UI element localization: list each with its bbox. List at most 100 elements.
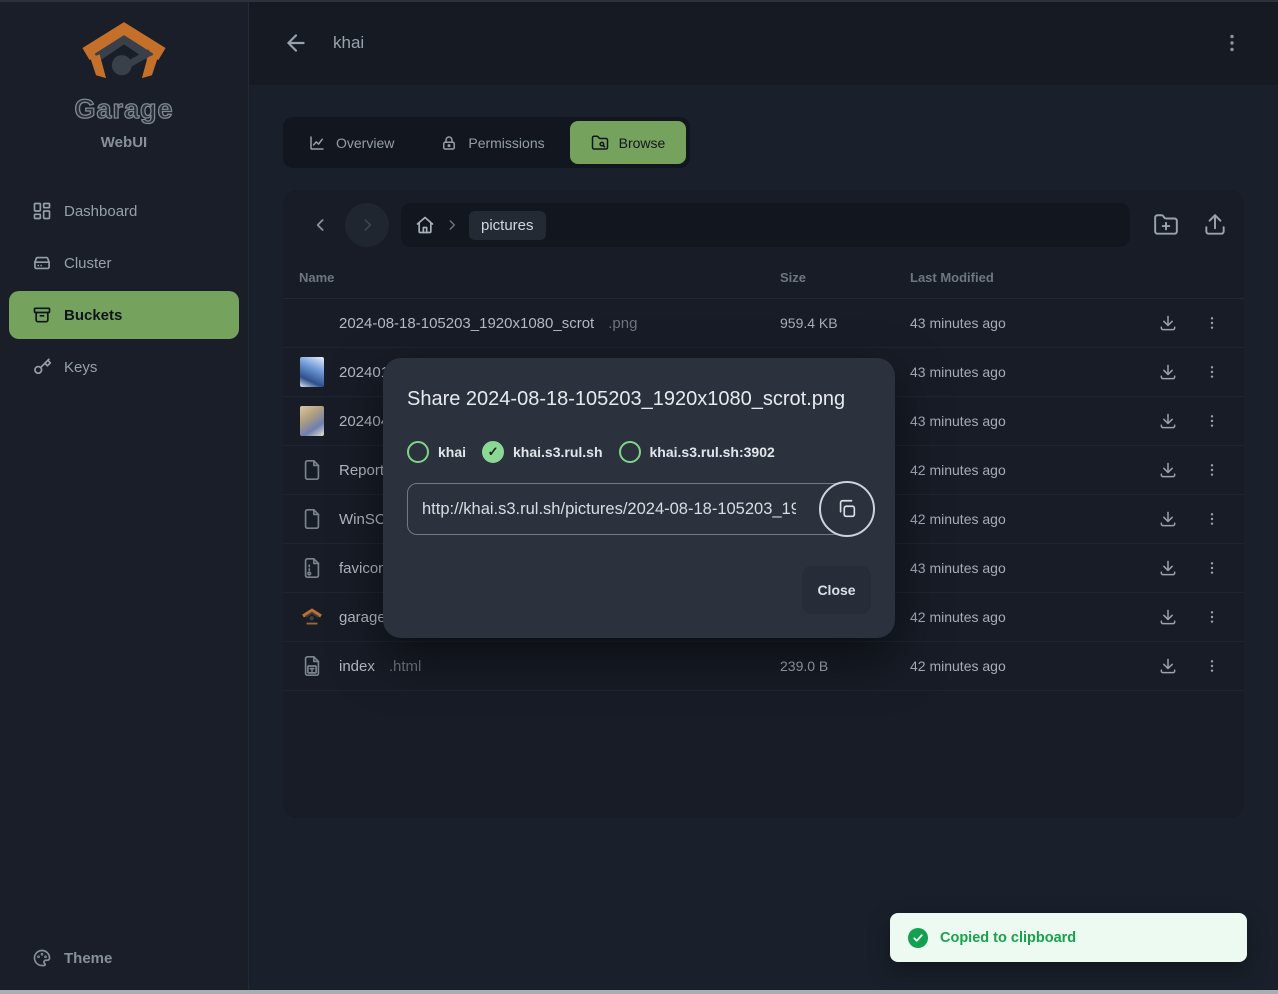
row-kebab-menu[interactable] bbox=[1204, 607, 1224, 627]
history-back-button[interactable] bbox=[307, 211, 335, 239]
file-modified: 42 minutes ago bbox=[910, 609, 1158, 625]
row-actions bbox=[1158, 411, 1230, 431]
garage-logo-icon bbox=[81, 20, 167, 86]
file-type-icon bbox=[301, 653, 323, 679]
upload-icon bbox=[1202, 212, 1228, 238]
history-forward-button[interactable] bbox=[345, 203, 389, 247]
download-button[interactable] bbox=[1158, 607, 1178, 627]
row-kebab-menu[interactable] bbox=[1204, 656, 1224, 676]
column-header-modified: Last Modified bbox=[910, 270, 1158, 285]
page-title: khai bbox=[333, 33, 364, 53]
download-icon bbox=[1158, 362, 1178, 382]
sidebar-item-cluster[interactable]: Cluster bbox=[9, 239, 239, 287]
tab-permissions[interactable]: Permissions bbox=[419, 121, 565, 164]
app-subtitle: WebUI bbox=[101, 134, 147, 151]
success-check-icon bbox=[908, 928, 928, 948]
tab-overview[interactable]: Overview bbox=[287, 121, 415, 164]
download-icon bbox=[1158, 558, 1178, 578]
copy-url-button[interactable] bbox=[819, 481, 875, 537]
sidebar-item-buckets[interactable]: Buckets bbox=[9, 291, 239, 339]
kebab-icon bbox=[1204, 315, 1220, 331]
file-binary-icon bbox=[301, 555, 323, 581]
download-button[interactable] bbox=[1158, 411, 1178, 431]
arrow-left-icon bbox=[283, 30, 309, 56]
radio-button[interactable] bbox=[619, 441, 641, 463]
sidebar-item-label: Cluster bbox=[64, 255, 112, 272]
kebab-icon bbox=[1220, 31, 1244, 55]
download-button[interactable] bbox=[1158, 460, 1178, 480]
tab-label: Permissions bbox=[468, 135, 544, 151]
browser-toolbar: pictures bbox=[283, 190, 1244, 257]
sidebar-item-label: Dashboard bbox=[64, 203, 137, 220]
download-icon bbox=[1158, 411, 1178, 431]
file-modified: 43 minutes ago bbox=[910, 315, 1158, 331]
row-actions bbox=[1158, 460, 1230, 480]
download-icon bbox=[1158, 313, 1178, 333]
image-thumbnail bbox=[300, 406, 324, 436]
upload-button[interactable] bbox=[1202, 212, 1228, 238]
tab-label: Browse bbox=[619, 135, 666, 151]
table-header: Name Size Last Modified bbox=[283, 257, 1244, 299]
file-size: 959.4 KB bbox=[780, 315, 910, 331]
row-kebab-menu[interactable] bbox=[1204, 313, 1224, 333]
download-button[interactable] bbox=[1158, 509, 1178, 529]
file-name-cell: 2024-08-18-105203_1920x1080_scrot .png bbox=[299, 308, 780, 338]
bucket-tabs: Overview Permissions Browse bbox=[283, 117, 690, 168]
keys-icon bbox=[32, 357, 52, 377]
sidebar-nav: Dashboard Cluster Buckets Keys bbox=[0, 187, 248, 391]
kebab-icon bbox=[1204, 511, 1220, 527]
tab-browse[interactable]: Browse bbox=[570, 121, 687, 164]
close-dialog-button[interactable]: Close bbox=[802, 566, 871, 614]
breadcrumb-home-button[interactable] bbox=[415, 215, 435, 235]
row-kebab-menu[interactable] bbox=[1204, 509, 1224, 529]
horizontal-scrollbar[interactable] bbox=[0, 990, 1278, 994]
share-url-input[interactable] bbox=[407, 483, 855, 535]
file-extension: .html bbox=[389, 658, 422, 675]
share-domain-option[interactable]: khai.s3.rul.sh bbox=[482, 441, 602, 463]
palette-icon bbox=[32, 948, 52, 968]
table-row[interactable]: index.html 239.0 B 42 minutes ago bbox=[283, 642, 1244, 691]
lock-icon bbox=[440, 134, 458, 152]
column-header-size: Size bbox=[780, 270, 910, 285]
theme-button[interactable]: Theme bbox=[9, 936, 239, 980]
chevron-right-icon bbox=[357, 215, 377, 235]
toast-notification[interactable]: Copied to clipboard bbox=[890, 913, 1247, 962]
kebab-icon bbox=[1204, 658, 1220, 674]
row-kebab-menu[interactable] bbox=[1204, 411, 1224, 431]
row-kebab-menu[interactable] bbox=[1204, 558, 1224, 578]
sidebar-item-keys[interactable]: Keys bbox=[9, 343, 239, 391]
share-domain-option[interactable]: khai.s3.rul.sh:3902 bbox=[619, 441, 775, 463]
table-row[interactable]: 2024-08-18-105203_1920x1080_scrot .png 95… bbox=[283, 299, 1244, 348]
radio-button[interactable] bbox=[482, 441, 504, 463]
download-button[interactable] bbox=[1158, 656, 1178, 676]
file-extension: .png bbox=[608, 315, 637, 332]
sidebar-item-dashboard[interactable]: Dashboard bbox=[9, 187, 239, 235]
cluster-icon bbox=[32, 253, 52, 273]
download-icon bbox=[1158, 607, 1178, 627]
row-kebab-menu[interactable] bbox=[1204, 362, 1224, 382]
bucket-header: khai bbox=[249, 0, 1278, 85]
header-kebab-menu[interactable] bbox=[1220, 31, 1244, 55]
row-actions bbox=[1158, 558, 1230, 578]
radio-label: khai.s3.rul.sh bbox=[513, 444, 602, 460]
breadcrumb-folder-pictures[interactable]: pictures bbox=[469, 211, 546, 240]
download-button[interactable] bbox=[1158, 313, 1178, 333]
window-top-edge bbox=[0, 0, 1278, 2]
download-button[interactable] bbox=[1158, 558, 1178, 578]
file-icon bbox=[301, 506, 323, 532]
row-kebab-menu[interactable] bbox=[1204, 460, 1224, 480]
share-domain-options: khai khai.s3.rul.sh khai.s3.rul.sh:3902 bbox=[407, 441, 871, 463]
file-name-cell: index.html bbox=[299, 651, 780, 681]
garage-logo-thumbnail bbox=[301, 604, 323, 630]
file-modified: 43 minutes ago bbox=[910, 560, 1158, 576]
file-name: 2024-08-18-105203_1920x1080_scrot bbox=[339, 315, 594, 332]
line-chart-icon bbox=[308, 134, 326, 152]
share-domain-option[interactable]: khai bbox=[407, 441, 466, 463]
radio-button[interactable] bbox=[407, 441, 429, 463]
back-button[interactable] bbox=[283, 30, 309, 56]
chevron-left-icon bbox=[311, 215, 331, 235]
download-button[interactable] bbox=[1158, 362, 1178, 382]
download-icon bbox=[1158, 656, 1178, 676]
kebab-icon bbox=[1204, 413, 1220, 429]
new-folder-button[interactable] bbox=[1153, 212, 1179, 238]
